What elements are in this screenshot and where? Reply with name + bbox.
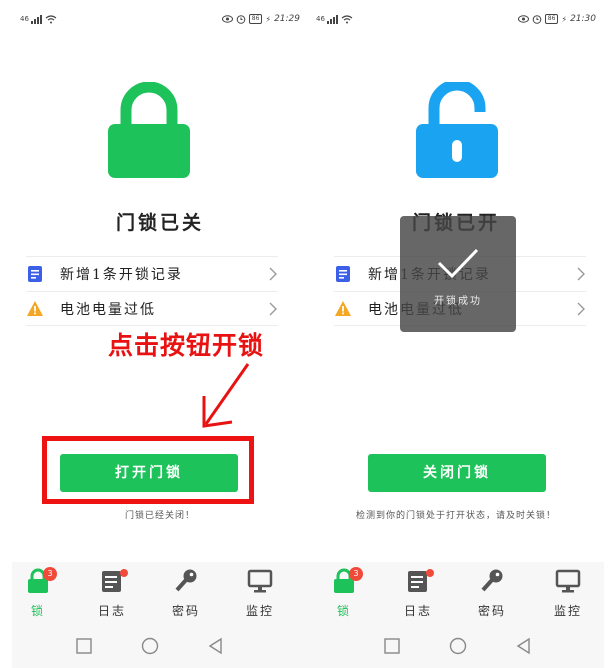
log-dot-badge: [426, 569, 434, 577]
chevron-right-icon: [269, 302, 277, 316]
toast-text: 开锁成功: [434, 296, 482, 307]
document-icon: [28, 266, 42, 282]
annotation-arrow-icon: [202, 363, 250, 428]
tab-password[interactable]: 密码: [466, 568, 518, 619]
chevron-right-icon: [577, 302, 585, 316]
lock-hint-text: 检测到你的门锁处于打开状态，请及时关锁！: [355, 511, 556, 521]
carrier-label: 46: [20, 15, 29, 23]
system-nav-bar: [12, 624, 308, 668]
charging-icon: ⚡: [561, 14, 568, 24]
tab-lock-label: 锁: [336, 604, 351, 618]
signal-icon: [30, 14, 43, 24]
tab-monitor[interactable]: 监控: [234, 568, 286, 619]
home-icon[interactable]: [448, 636, 468, 656]
tab-log[interactable]: 日志: [86, 568, 138, 619]
wifi-icon: [45, 14, 57, 23]
lock-badge: 3: [349, 567, 363, 581]
alarm-icon: [532, 15, 542, 24]
lock-status-title: 门锁已关: [115, 212, 204, 234]
key-tab-icon: [481, 569, 503, 592]
checkmark-icon: [437, 248, 479, 279]
phone-screen-locked: 46 86 ⚡ 21:29 门锁已关 新增1条开锁记录 电池电量过低 点击按钮开…: [12, 0, 308, 668]
chevron-right-icon: [269, 267, 277, 281]
open-lock-button[interactable]: 打开门锁: [60, 454, 238, 492]
log-dot-badge: [120, 569, 128, 577]
document-icon: [336, 266, 350, 282]
unlock-record-row[interactable]: 新增1条开锁记录: [26, 256, 278, 291]
key-tab-icon: [175, 569, 197, 592]
warning-icon: [335, 300, 351, 316]
tab-password[interactable]: 密码: [160, 568, 212, 619]
carrier-label: 46: [316, 15, 325, 23]
annotation-text: 点击按钮开锁: [108, 331, 265, 360]
recent-apps-icon[interactable]: [382, 636, 402, 656]
monitor-tab-icon: [555, 569, 581, 593]
low-battery-row[interactable]: 电池电量过低: [26, 291, 278, 326]
charging-icon: ⚡: [265, 14, 272, 24]
tab-lock[interactable]: 3 锁: [12, 567, 64, 619]
unlocked-padlock-icon: [416, 82, 498, 178]
status-bar: 46 86 ⚡ 21:30: [308, 14, 604, 30]
lock-hint-text: 门锁已经关闭！: [124, 511, 195, 521]
alarm-icon: [236, 15, 246, 24]
notification-list: 新增1条开锁记录 电池电量过低: [26, 256, 278, 326]
unlock-success-toast: 开锁成功: [400, 216, 516, 332]
tab-monitor-label: 监控: [245, 604, 274, 618]
tab-password-label: 密码: [477, 604, 506, 618]
phone-screen-unlocked: 46 86 ⚡ 21:30 门锁已开 新增1条开锁记录 电池电量过低: [308, 0, 604, 668]
eye-icon: [517, 15, 529, 23]
tab-monitor[interactable]: 监控: [542, 568, 594, 619]
back-icon[interactable]: [206, 636, 226, 656]
tab-log-label: 日志: [97, 604, 126, 618]
signal-icon: [326, 14, 339, 24]
tab-lock[interactable]: 3 锁: [318, 567, 370, 619]
chevron-right-icon: [577, 267, 585, 281]
bottom-tab-bar: 3 锁 日志 密码 监控: [12, 562, 308, 624]
unlock-record-label: 新增1条开锁记录: [60, 267, 183, 283]
low-battery-label: 电池电量过低: [60, 301, 156, 318]
back-icon[interactable]: [514, 636, 534, 656]
system-nav-bar: [308, 624, 604, 668]
eye-icon: [221, 15, 233, 23]
tab-log-label: 日志: [403, 604, 432, 618]
status-time: 21:29: [274, 14, 300, 24]
close-lock-button[interactable]: 关闭门锁: [368, 454, 546, 492]
status-bar: 46 86 ⚡ 21:29: [12, 14, 308, 30]
tab-lock-label: 锁: [30, 604, 45, 618]
bottom-tab-bar: 3 锁 日志 密码 监控: [308, 562, 604, 624]
status-time: 21:30: [570, 14, 596, 24]
lock-badge: 3: [43, 567, 57, 581]
home-icon[interactable]: [140, 636, 160, 656]
locked-padlock-icon: [108, 82, 190, 178]
warning-icon: [27, 300, 43, 316]
tab-log[interactable]: 日志: [392, 568, 444, 619]
tab-password-label: 密码: [171, 604, 200, 618]
battery-icon: 86: [248, 14, 263, 24]
wifi-icon: [341, 14, 353, 23]
battery-icon: 86: [544, 14, 559, 24]
monitor-tab-icon: [247, 569, 273, 593]
recent-apps-icon[interactable]: [74, 636, 94, 656]
tab-monitor-label: 监控: [553, 604, 582, 618]
